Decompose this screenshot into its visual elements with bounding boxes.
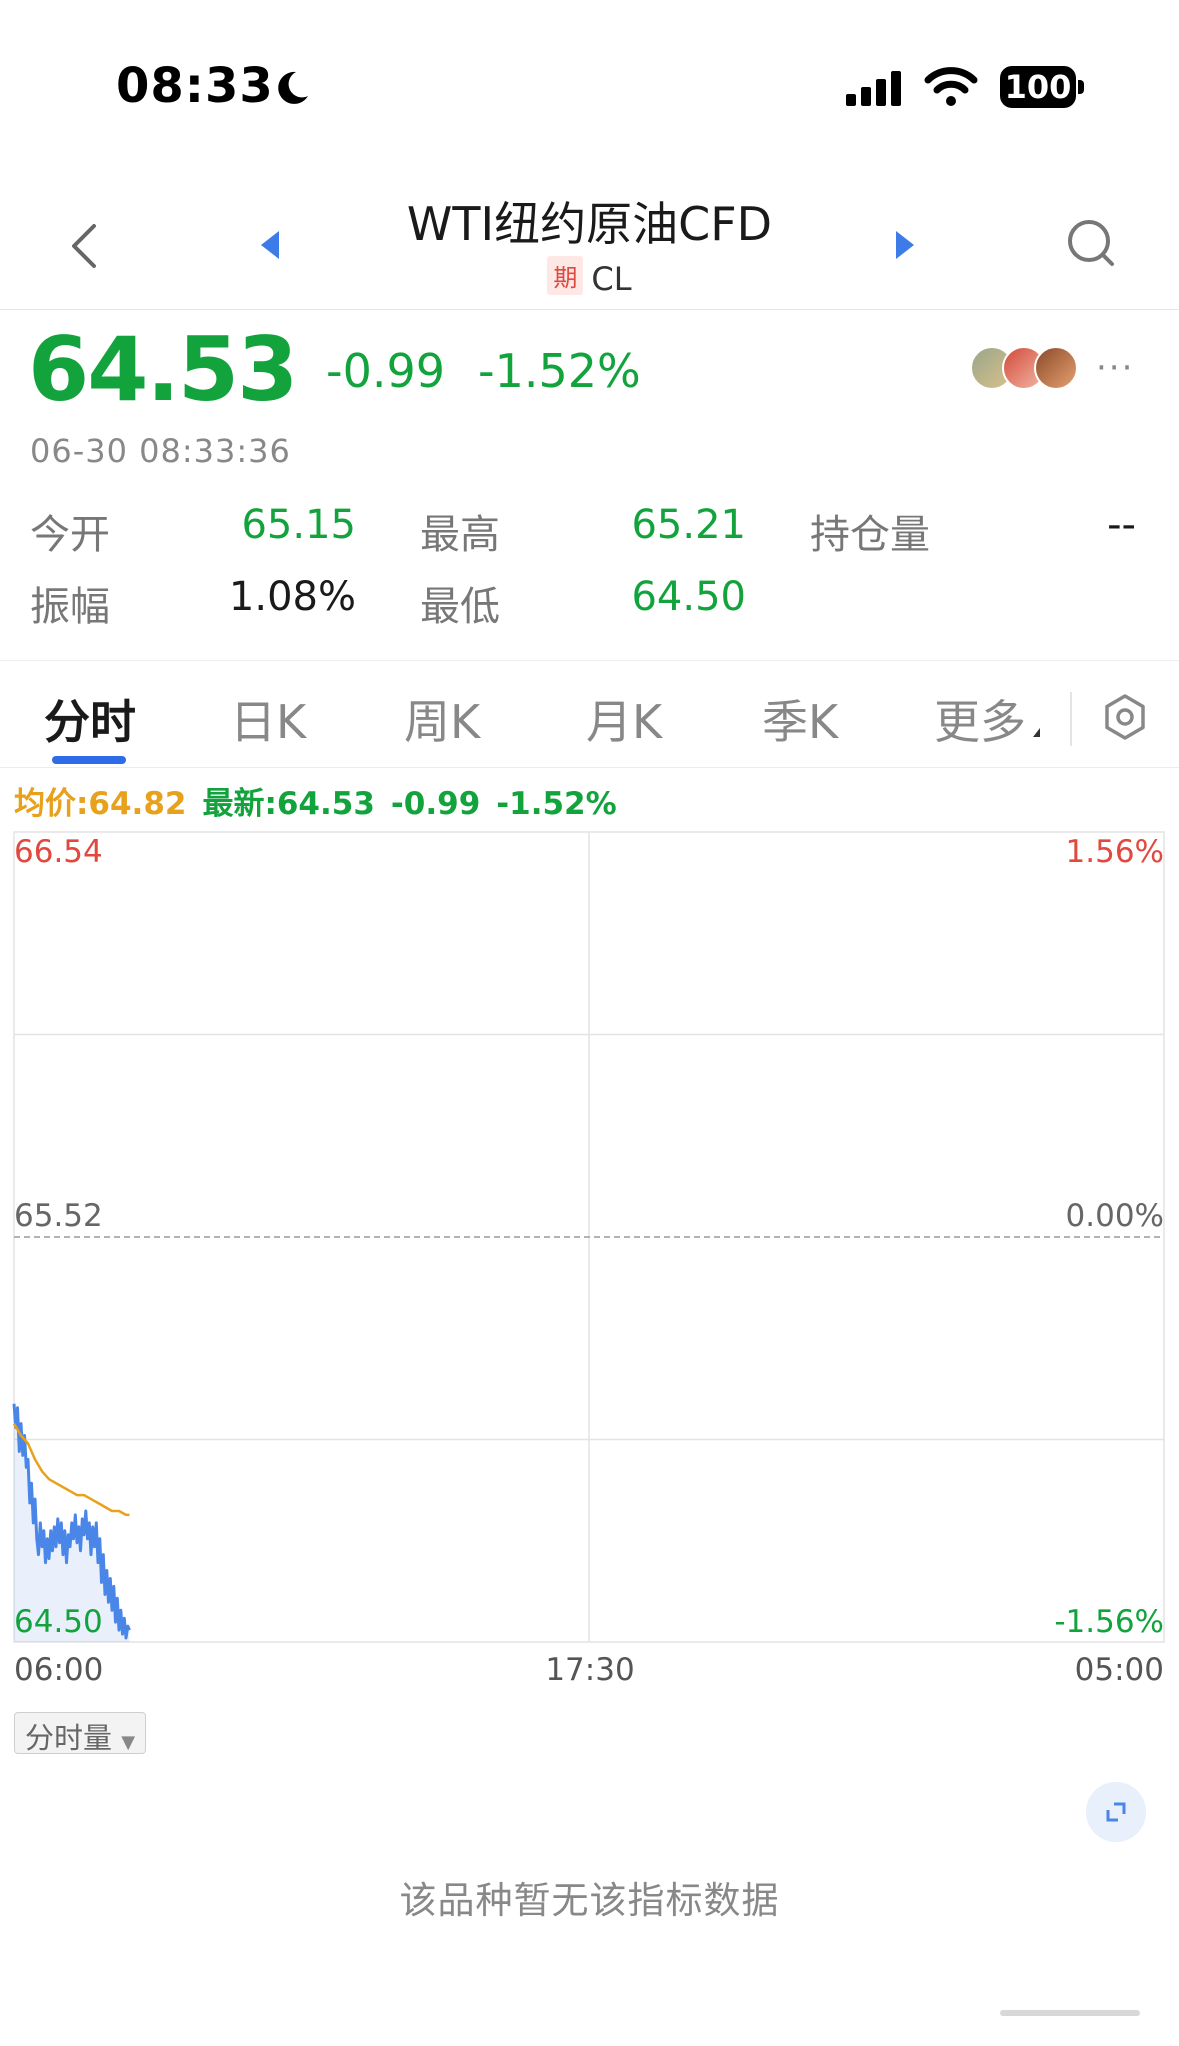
settings-icon[interactable] — [1100, 692, 1150, 742]
navigation-bar: WTI纽约原油CFD 期 CL — [0, 170, 1179, 310]
tab-daily-k[interactable]: 日K — [230, 686, 306, 752]
legend-change: -0.99 — [390, 786, 481, 822]
chart-period-tabs: 分时 日K 周K 月K 季K 更多 — [0, 662, 1179, 768]
active-tab-indicator — [52, 756, 126, 764]
code-label: CL — [591, 260, 632, 298]
search-icon[interactable] — [1062, 214, 1122, 274]
status-time: 08:33 — [116, 58, 274, 114]
price-change-percent: -1.52% — [478, 344, 641, 398]
low-label: 最低 — [420, 584, 500, 630]
expand-icon[interactable] — [1086, 1782, 1146, 1842]
page-title: WTI纽约原油CFD — [406, 197, 773, 251]
legend-average-price: 均价:64.82 — [14, 786, 187, 822]
next-instrument-icon[interactable] — [890, 225, 920, 265]
high-label: 最高 — [420, 512, 500, 558]
legend-change-percent: -1.52% — [496, 786, 617, 822]
low-value: 64.50 — [631, 574, 746, 620]
x-tick-mid: 17:30 — [545, 1652, 635, 1688]
open-value: 65.15 — [241, 502, 356, 548]
last-price: 64.53 — [28, 318, 298, 421]
amplitude-value: 1.08% — [228, 574, 356, 620]
price-change: -0.99 — [326, 344, 446, 398]
indicator-select-label: 分时量 — [25, 1721, 113, 1755]
y-tick-left-top: 66.54 — [14, 834, 103, 870]
more-options-button[interactable]: ··· — [1096, 348, 1134, 388]
y-tick-left-bottom: 64.50 — [14, 1604, 103, 1640]
battery-tip — [1078, 80, 1084, 94]
x-tick-start: 06:00 — [14, 1652, 104, 1688]
tab-more[interactable]: 更多 — [934, 686, 1026, 752]
open-label: 今开 — [30, 512, 110, 558]
futures-badge: 期 — [547, 256, 584, 295]
tab-intraday[interactable]: 分时 — [44, 686, 136, 752]
dropdown-caret-icon: ▼ — [121, 1732, 136, 1753]
amplitude-label: 振幅 — [30, 584, 110, 630]
open-interest-label: 持仓量 — [810, 512, 930, 558]
tab-monthly-k[interactable]: 月K — [586, 686, 662, 752]
y-tick-left-mid: 65.52 — [14, 1198, 103, 1234]
signal-icon — [846, 71, 901, 106]
home-indicator — [1000, 2010, 1140, 2016]
open-interest-value: -- — [1107, 502, 1136, 548]
intraday-chart[interactable] — [0, 820, 1179, 1680]
divider — [1070, 692, 1072, 746]
tab-weekly-k[interactable]: 周K — [404, 686, 480, 752]
community-avatars[interactable] — [970, 346, 1090, 392]
high-value: 65.21 — [631, 502, 746, 548]
dropdown-caret-icon — [1033, 728, 1040, 737]
y-tick-right-bottom: -1.56% — [1054, 1604, 1164, 1640]
status-bar: 08:33 100 — [0, 0, 1179, 150]
chart-legend: 均价:64.82 最新:64.53 -0.99 -1.52% — [14, 778, 617, 823]
quote-timestamp: 06-30 08:33:36 — [30, 432, 291, 470]
y-tick-right-mid: 0.00% — [1065, 1198, 1164, 1234]
divider — [0, 660, 1179, 661]
tab-quarterly-k[interactable]: 季K — [762, 686, 838, 752]
y-tick-right-top: 1.56% — [1065, 834, 1164, 870]
x-tick-end: 05:00 — [1074, 1652, 1164, 1688]
moon-icon — [278, 71, 308, 104]
battery-indicator: 100 — [1000, 66, 1076, 108]
avatar — [1034, 346, 1078, 390]
wifi-icon — [924, 67, 978, 106]
no-data-message: 该品种暂无该指标数据 — [399, 1879, 780, 1922]
legend-latest-price: 最新:64.53 — [202, 786, 375, 822]
indicator-select[interactable]: 分时量 ▼ — [14, 1712, 147, 1755]
instrument-code: 期 CL — [0, 256, 1179, 298]
